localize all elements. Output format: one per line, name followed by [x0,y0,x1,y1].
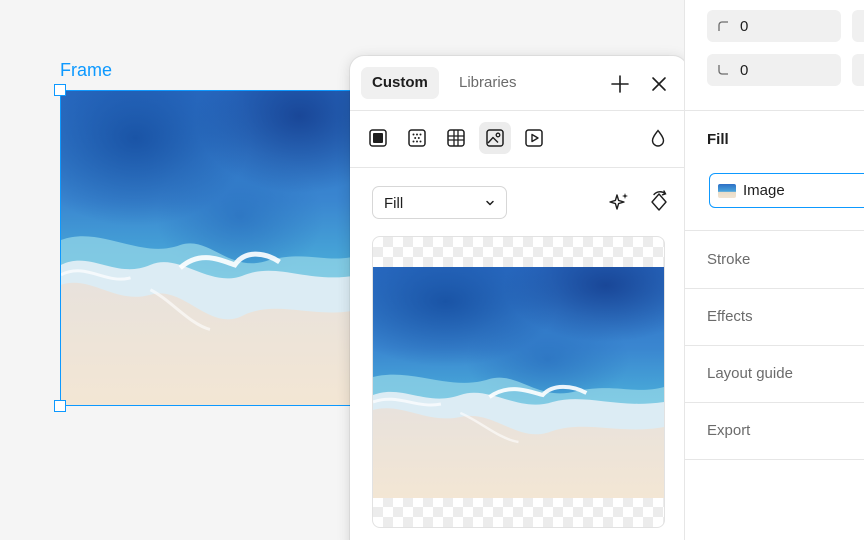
gradient-fill-icon [408,129,426,147]
properties-panel: 0 0 Fill Image Stroke Effects Layout gui… [684,0,864,540]
corner-radius-top-right-field[interactable] [852,10,864,42]
chevron-down-icon [486,200,494,206]
droplet-icon [651,129,665,147]
beach-image [61,91,359,405]
opacity-button[interactable] [642,122,674,154]
fill-type-toolbar [350,112,687,168]
corner-radius-bottom-left-field[interactable]: 0 [707,54,841,86]
tab-custom[interactable]: Custom [361,67,439,99]
gradient-fill-button[interactable] [401,122,433,154]
close-icon[interactable] [645,70,673,98]
solid-fill-icon [369,129,387,147]
rotate-icon[interactable] [645,188,673,216]
fill-swatch[interactable] [718,184,736,198]
frame-selection[interactable] [60,90,360,406]
resize-handle-top-left[interactable] [54,84,66,96]
fill-mode-value: Fill [384,195,404,212]
popover-header: Custom Libraries [350,56,687,111]
section-title-export[interactable]: Export [707,422,750,439]
video-fill-button[interactable] [518,122,550,154]
divider [685,402,864,403]
section-title-layout-guide[interactable]: Layout guide [707,365,793,382]
divider [685,230,864,231]
section-title-effects[interactable]: Effects [707,308,753,325]
pattern-fill-button[interactable] [440,122,472,154]
image-preview[interactable] [372,236,665,528]
video-fill-icon [525,129,543,147]
corner-radius-bottom-left-icon [718,65,728,75]
image-fill-icon [486,129,504,147]
divider [685,110,864,111]
corner-radius-bottom-right-field[interactable] [852,54,864,86]
divider [685,459,864,460]
fill-item-image[interactable]: Image [709,173,864,208]
fill-item-label: Image [743,182,785,199]
image-fill-button[interactable] [479,122,511,154]
corner-radius-top-left-icon [718,21,728,31]
tab-libraries[interactable]: Libraries [448,67,528,99]
divider [685,345,864,346]
plus-icon[interactable] [606,70,634,98]
section-title-fill: Fill [707,131,729,148]
preview-beach-image [373,267,664,498]
corner-radius-top-left-value: 0 [740,18,749,35]
pattern-fill-icon [447,129,465,147]
corner-radius-top-left-field[interactable]: 0 [707,10,841,42]
fill-mode-dropdown[interactable]: Fill [372,186,507,219]
divider [685,288,864,289]
section-title-stroke[interactable]: Stroke [707,251,750,268]
sparkle-icon[interactable] [605,188,633,216]
fill-picker-popover: Custom Libraries Fill [350,56,687,540]
solid-fill-button[interactable] [362,122,394,154]
corner-radius-bottom-left-value: 0 [740,62,749,79]
frame-label[interactable]: Frame [60,60,112,81]
resize-handle-bottom-left[interactable] [54,400,66,412]
